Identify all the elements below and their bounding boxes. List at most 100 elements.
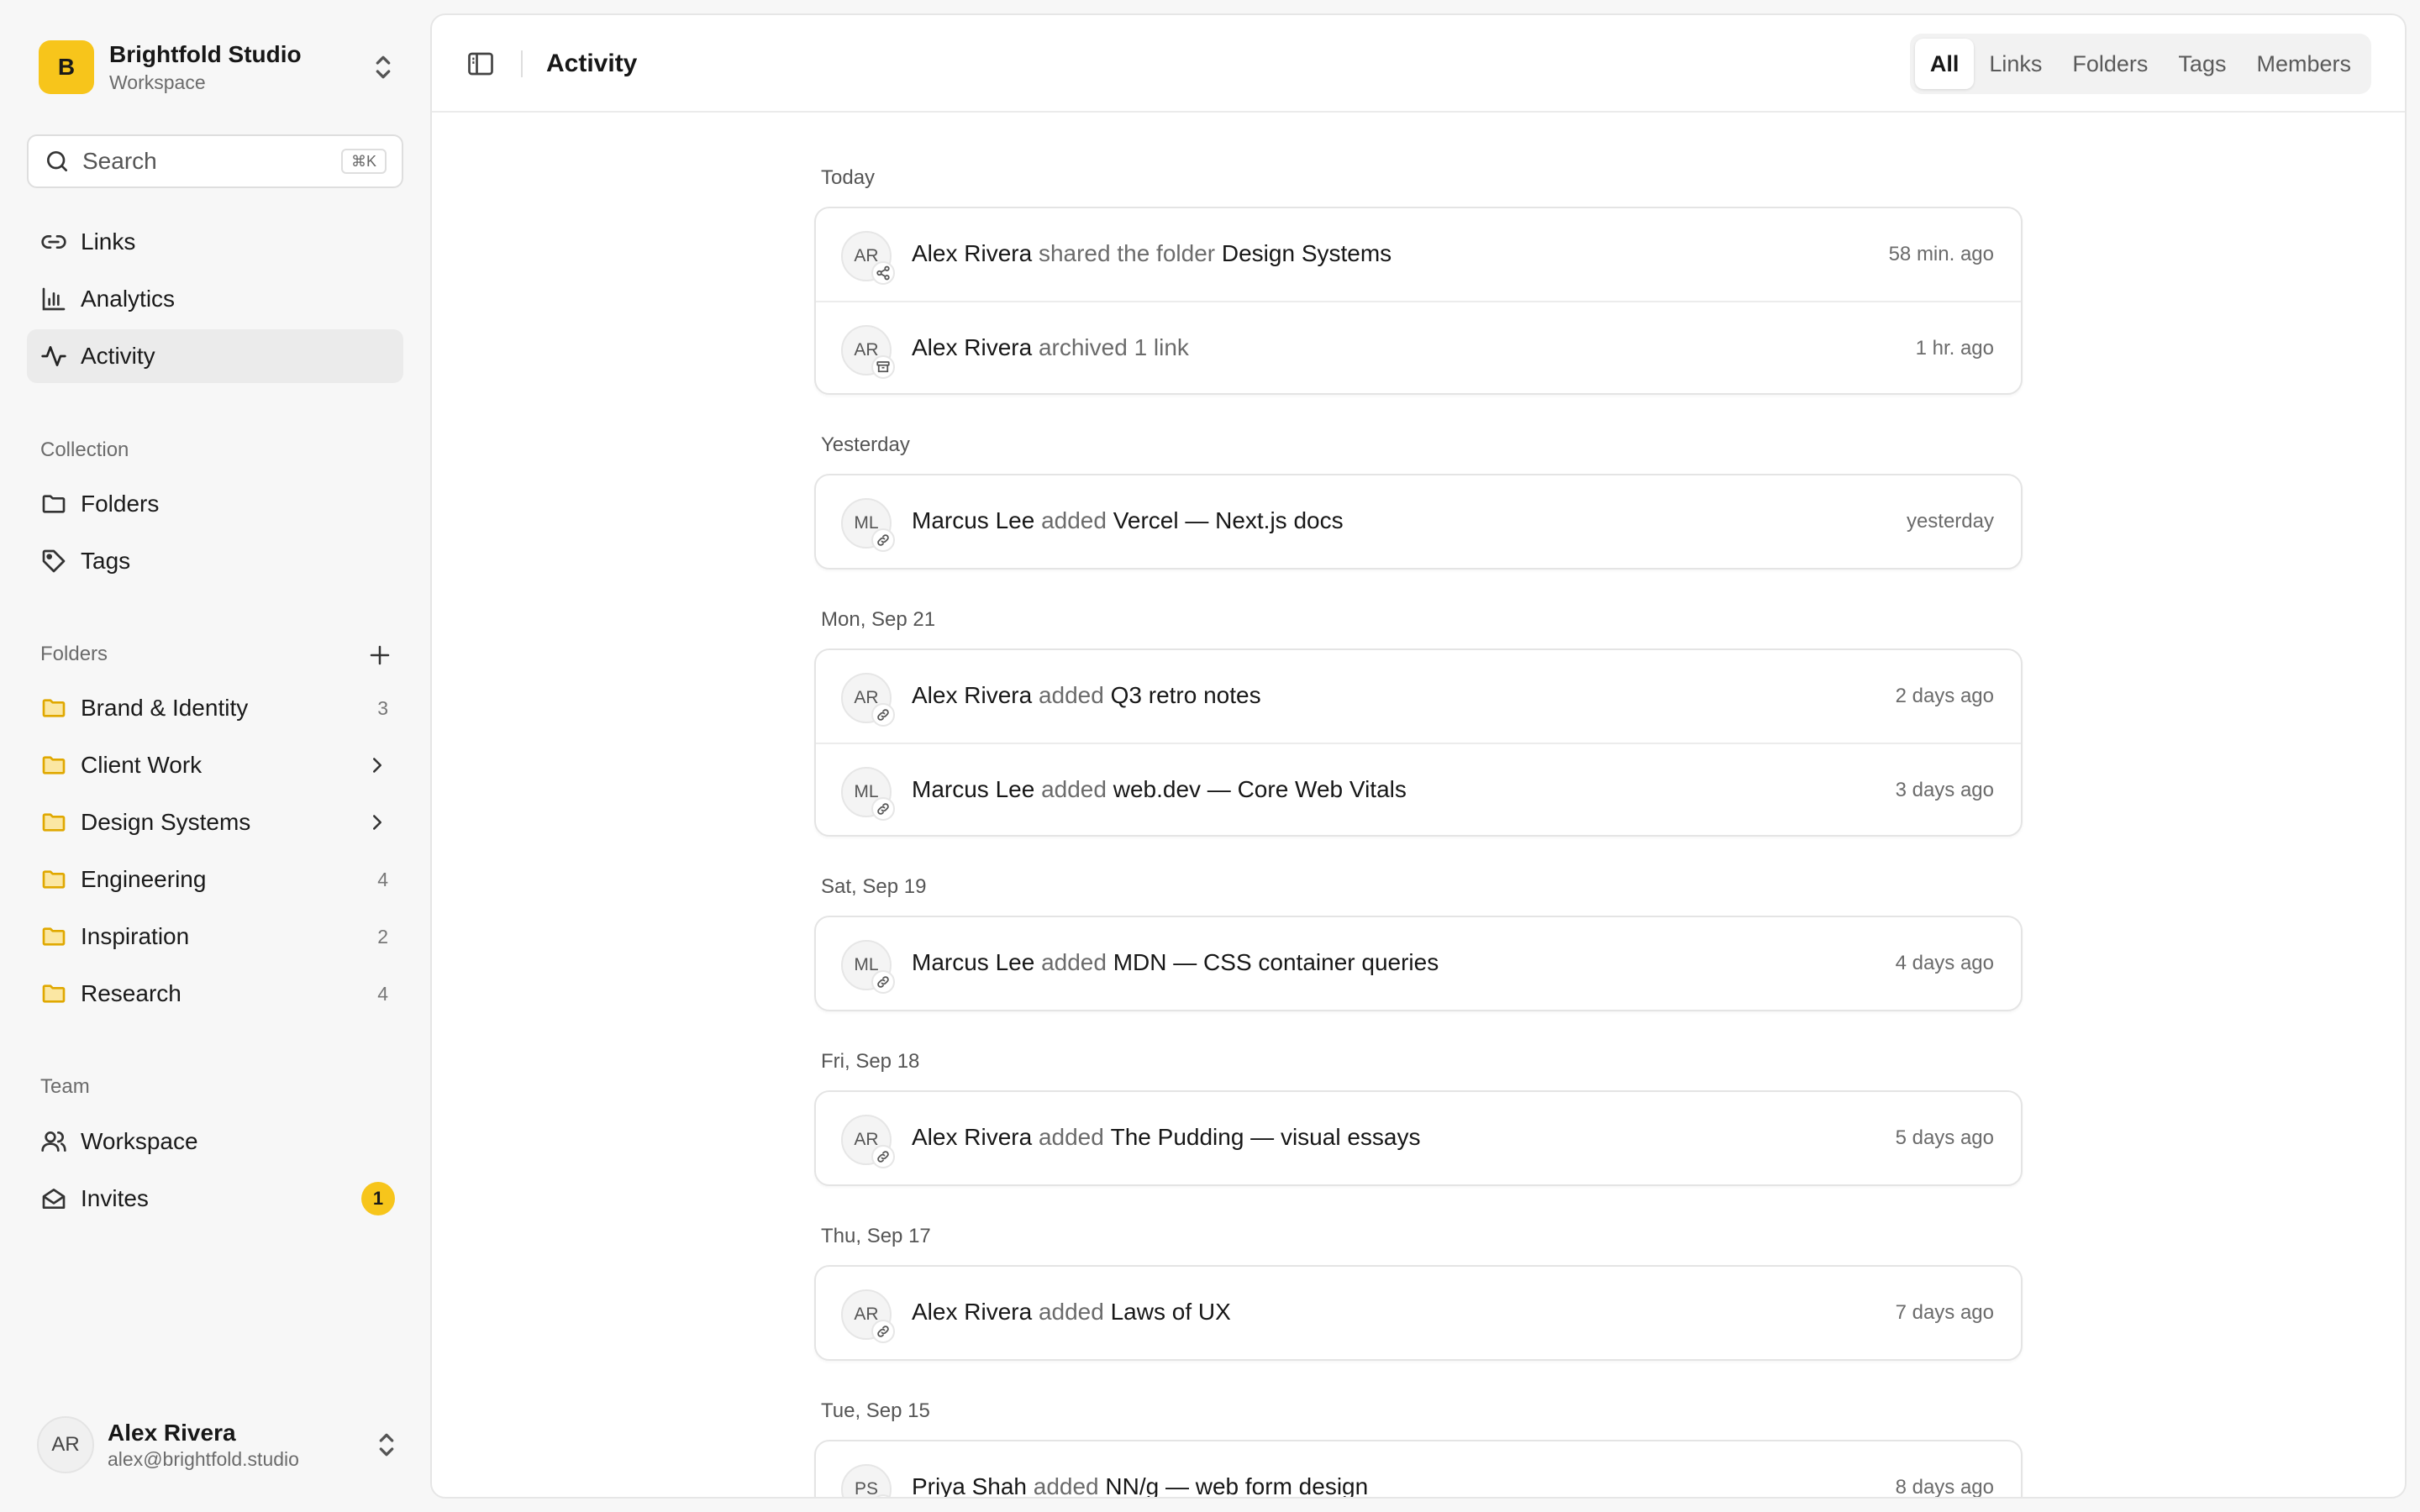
activity-row[interactable]: AR Alex Rivera added Q3 retro notes 2 da… [816, 650, 2021, 743]
actor-name[interactable]: Priya Shah [912, 1473, 1027, 1497]
nav-item-label: Workspace [81, 1128, 198, 1154]
folder-item-client-work[interactable]: Client Work [27, 738, 403, 792]
users-icon [39, 1126, 69, 1157]
nav-item-folders[interactable]: Folders [27, 477, 403, 531]
activity-group: AR Alex Rivera added Q3 retro notes 2 da… [814, 648, 2023, 837]
folder-item-engineering[interactable]: Engineering 4 [27, 853, 403, 906]
section-label-team: Team [40, 1075, 90, 1098]
nav-item-invites[interactable]: Invites 1 [27, 1172, 403, 1226]
folder-label: Brand & Identity [81, 695, 249, 721]
activity-time: 2 days ago [1895, 685, 1994, 707]
actor-name[interactable]: Alex Rivera [912, 1299, 1032, 1325]
chevron-right-icon[interactable] [365, 753, 390, 778]
activity-target[interactable]: MDN — CSS container queries [1113, 949, 1439, 975]
activity-row[interactable]: ML Marcus Lee added Vercel — Next.js doc… [816, 475, 2021, 568]
activity-text: Marcus Lee added web.dev — Core Web Vita… [912, 773, 1407, 806]
nav-item-activity[interactable]: Activity [27, 329, 403, 383]
link-icon [39, 227, 69, 257]
folder-item-inspiration[interactable]: Inspiration 2 [27, 910, 403, 963]
activity-verb: added [1041, 776, 1107, 802]
chevron-right-icon[interactable] [365, 810, 390, 835]
activity-row[interactable]: ML Marcus Lee added MDN — CSS container … [816, 917, 2021, 1010]
folder-count: 2 [377, 925, 388, 948]
activity-row[interactable]: AR Alex Rivera added Laws of UX 7 days a… [816, 1267, 2021, 1359]
day-label: Today [821, 166, 876, 189]
activity-target[interactable]: Laws of UX [1111, 1299, 1231, 1325]
folder-label: Research [81, 980, 182, 1006]
actor-name[interactable]: Alex Rivera [912, 334, 1032, 360]
day-label: Thu, Sep 17 [821, 1225, 931, 1247]
day-label: Mon, Sep 21 [821, 608, 936, 631]
search-input[interactable] [82, 148, 334, 175]
archive-icon [871, 355, 895, 379]
activity-time: 3 days ago [1895, 779, 1994, 801]
actor-name[interactable]: Marcus Lee [912, 507, 1034, 533]
nav-item-label: Tags [81, 548, 131, 574]
activity-group: PS Priya Shah added NN/g — web form desi… [814, 1440, 2023, 1499]
tab-all[interactable]: All [1914, 39, 1975, 89]
link-icon [871, 797, 895, 821]
nav-item-links[interactable]: Links [27, 215, 403, 269]
search-box[interactable]: ⌘K [27, 134, 403, 188]
user-email: alex@brightfold.studio [108, 1448, 299, 1470]
activity-target[interactable]: web.dev — Core Web Vitals [1113, 776, 1407, 802]
day-label: Sat, Sep 19 [821, 875, 927, 898]
activity-target[interactable]: Design Systems [1222, 240, 1392, 266]
plus-icon [370, 645, 390, 665]
avatar: AR [841, 1115, 895, 1168]
nav-item-tags[interactable]: Tags [27, 534, 403, 588]
tab-links[interactable]: Links [1974, 39, 2057, 89]
actor-name[interactable]: Alex Rivera [912, 682, 1032, 708]
activity-target[interactable]: Vercel — Next.js docs [1113, 507, 1344, 533]
add-folder-button[interactable] [365, 640, 395, 670]
nav-item-analytics[interactable]: Analytics [27, 272, 403, 326]
avatar: AR [37, 1416, 94, 1473]
activity-time: 58 min. ago [1888, 243, 1994, 265]
nav-item-workspace[interactable]: Workspace [27, 1115, 403, 1168]
activity-row[interactable]: AR Alex Rivera archived 1 link 1 hr. ago [816, 301, 2021, 393]
nav-item-label: Activity [81, 343, 155, 369]
actor-name[interactable]: Alex Rivera [912, 240, 1032, 266]
activity-row[interactable]: AR Alex Rivera shared the folder Design … [816, 208, 2021, 301]
folder-item-research[interactable]: Research 4 [27, 967, 403, 1021]
activity-time: 1 hr. ago [1915, 337, 1994, 360]
activity-row[interactable]: PS Priya Shah added NN/g — web form desi… [816, 1441, 2021, 1499]
link-icon [871, 703, 895, 727]
activity-target[interactable]: NN/g — web form design [1105, 1473, 1368, 1497]
workspace-switcher[interactable]: B Brightfold Studio Workspace [39, 40, 400, 94]
activity-row[interactable]: ML Marcus Lee added web.dev — Core Web V… [816, 743, 2021, 835]
actor-name[interactable]: Marcus Lee [912, 949, 1034, 975]
activity-row[interactable]: AR Alex Rivera added The Pudding — visua… [816, 1092, 2021, 1184]
folder-count: 4 [377, 868, 388, 890]
workspace-subtitle: Workspace [109, 71, 206, 93]
nav-item-label: Links [81, 228, 136, 255]
link-icon [871, 1145, 895, 1168]
activity-group: AR Alex Rivera added Laws of UX 7 days a… [814, 1265, 2023, 1361]
actor-name[interactable]: Marcus Lee [912, 776, 1034, 802]
folder-count: 3 [377, 696, 388, 719]
activity-verb: added [1033, 1473, 1099, 1499]
tab-members[interactable]: Members [2241, 39, 2366, 89]
activity-group: ML Marcus Lee added MDN — CSS container … [814, 916, 2023, 1011]
folder-item-brand-identity[interactable]: Brand & Identity 3 [27, 681, 403, 735]
sidebar-toggle-icon[interactable] [466, 49, 496, 79]
activity-target[interactable]: The Pudding — visual essays [1111, 1124, 1421, 1150]
link-icon [871, 1320, 895, 1343]
header-divider [521, 50, 523, 77]
tab-folders[interactable]: Folders [2057, 39, 2163, 89]
activity-verb: shared the folder [1038, 240, 1216, 266]
tab-tags[interactable]: Tags [2163, 39, 2241, 89]
activity-text: Alex Rivera added The Pudding — visual e… [912, 1121, 1420, 1154]
page-title: Activity [546, 50, 638, 77]
activity-group: AR Alex Rivera shared the folder Design … [814, 207, 2023, 395]
activity-text: Alex Rivera archived 1 link [912, 331, 1189, 365]
chevron-up-down-icon [376, 55, 391, 79]
activity-target[interactable]: Q3 retro notes [1111, 682, 1261, 708]
folder-item-design-systems[interactable]: Design Systems [27, 795, 403, 849]
link-icon [871, 528, 895, 552]
user-menu[interactable]: AR Alex Rivera alex@brightfold.studio [37, 1416, 403, 1473]
avatar: ML [841, 940, 895, 994]
actor-name[interactable]: Alex Rivera [912, 1124, 1032, 1150]
workspace-name: Brightfold Studio [109, 41, 302, 67]
folder-icon [39, 864, 69, 895]
